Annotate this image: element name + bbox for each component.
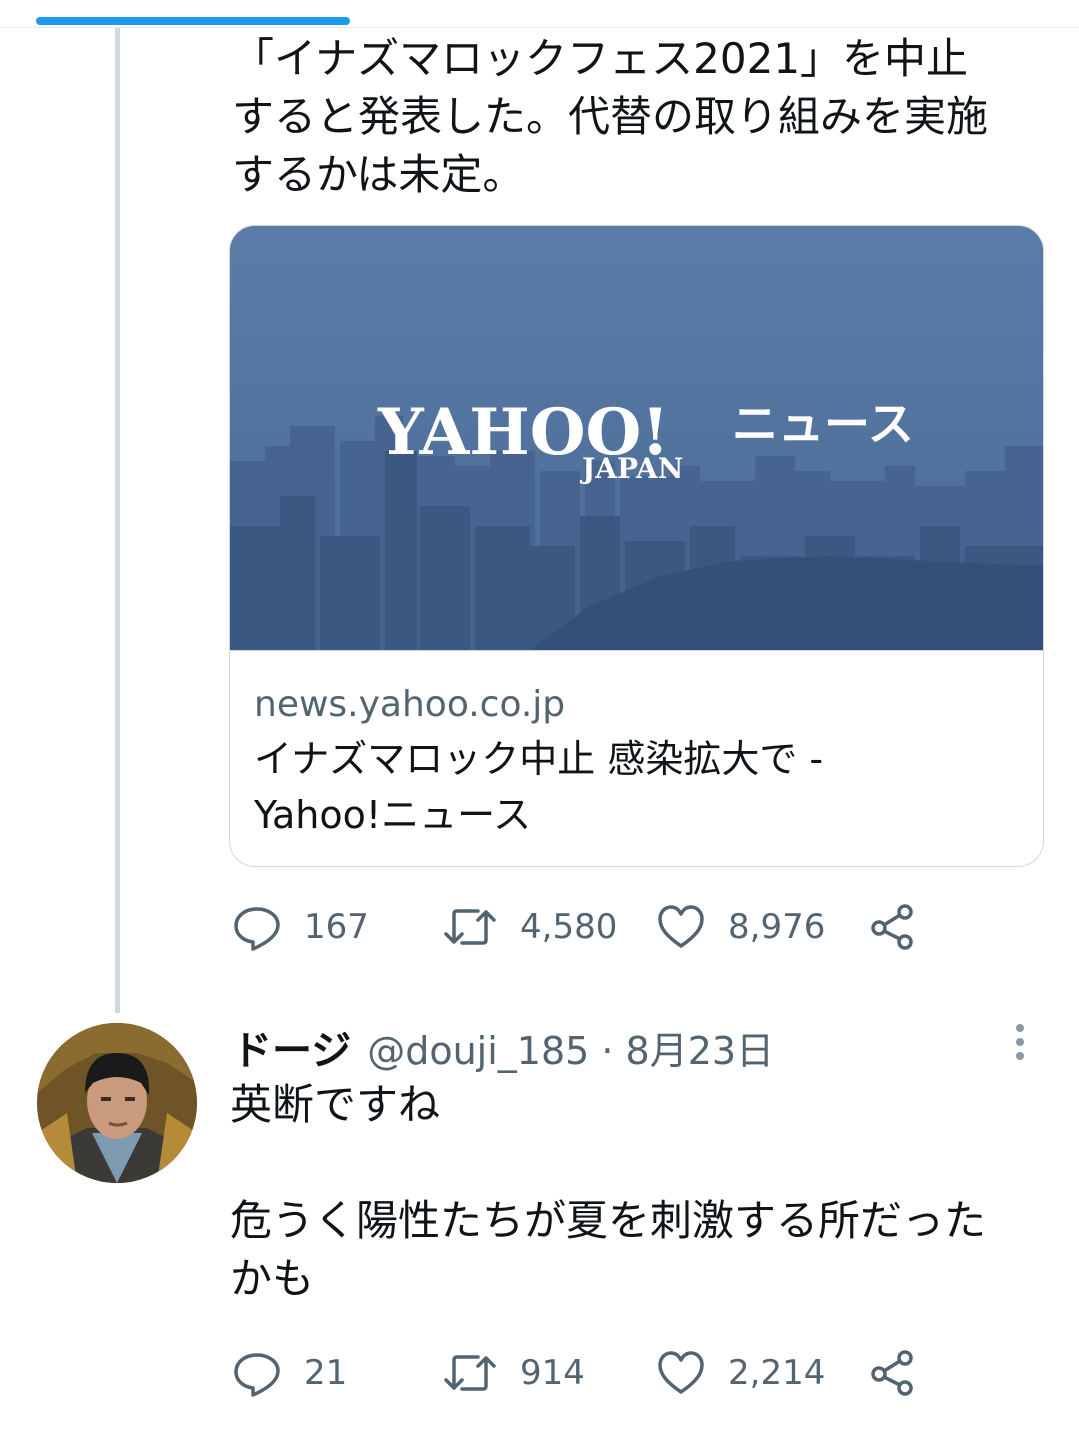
card-domain: news.yahoo.co.jp <box>254 684 566 725</box>
like-icon <box>656 902 706 952</box>
yahoo-news-logo: ニュース <box>732 397 914 451</box>
card-image: YAHOO! JAPAN ニュース <box>230 226 1043 650</box>
reply-count: 21 <box>304 1353 348 1393</box>
tweet-actions: 167 4,580 8,976 <box>232 902 992 952</box>
like-button[interactable]: 2,214 <box>656 1348 825 1398</box>
more-icon[interactable] <box>1008 1022 1032 1066</box>
reply-button[interactable]: 167 <box>232 902 369 952</box>
like-button[interactable]: 8,976 <box>656 902 825 952</box>
card-title-line: イナズマロック中止 感染拡大で - <box>254 737 824 781</box>
top-divider <box>0 27 1079 28</box>
card-title-line: Yahoo!ニュース <box>254 793 532 837</box>
share-button[interactable] <box>868 1348 918 1398</box>
avatar[interactable] <box>37 1023 197 1183</box>
reply-text: 英断ですね 危うく陽性たちが夏を刺激する所だった かも <box>230 1076 1050 1308</box>
reply-text-line: 危うく陽性たちが夏を刺激する所だった <box>230 1196 987 1245</box>
share-button[interactable] <box>868 902 918 952</box>
retweet-count: 914 <box>520 1353 585 1393</box>
reply-actions: 21 914 2,214 <box>232 1348 992 1398</box>
retweet-button[interactable]: 914 <box>442 1348 585 1398</box>
retweet-count: 4,580 <box>520 907 618 947</box>
reply-icon <box>232 902 282 952</box>
share-icon <box>868 1348 918 1398</box>
top-progress-bar <box>36 17 350 25</box>
reply-header: ドージ @douji_185 · 8月23日 <box>232 1020 774 1075</box>
share-icon <box>868 902 918 952</box>
yahoo-logo-sub: JAPAN <box>579 452 683 485</box>
reply-text-line <box>230 1134 1050 1192</box>
tweet-text: 「イナズマロックフェス2021」を中止 すると発表した。代替の取り組みを実施 す… <box>232 30 1052 204</box>
display-name[interactable]: ドージ <box>232 1018 351 1076</box>
card-divider <box>230 650 1043 651</box>
like-icon <box>656 1348 706 1398</box>
tweet-text-line: するかは未定。 <box>232 150 525 199</box>
reply-count: 167 <box>304 907 369 947</box>
like-count: 2,214 <box>728 1353 826 1393</box>
link-card[interactable]: YAHOO! JAPAN ニュース news.yahoo.co.jp イナズマロ… <box>229 225 1044 867</box>
tweet-text-line: すると発表した。代替の取り組みを実施 <box>232 92 989 141</box>
tweet-text-line: 「イナズマロックフェス2021」を中止 <box>232 34 969 83</box>
reply-text-line: かも <box>230 1254 315 1303</box>
card-title: イナズマロック中止 感染拡大で - Yahoo!ニュース <box>254 731 1024 843</box>
thread-connector-line <box>115 28 120 1013</box>
like-count: 8,976 <box>728 907 826 947</box>
reply-icon <box>232 1348 282 1398</box>
reply-button[interactable]: 21 <box>232 1348 347 1398</box>
city-skyline-image: YAHOO! JAPAN ニュース <box>230 226 1043 650</box>
retweet-button[interactable]: 4,580 <box>442 902 617 952</box>
retweet-icon <box>442 902 498 952</box>
handle-and-date[interactable]: @douji_185 · 8月23日 <box>367 1020 774 1075</box>
retweet-icon <box>442 1348 498 1398</box>
reply-text-line: 英断ですね <box>230 1080 441 1129</box>
